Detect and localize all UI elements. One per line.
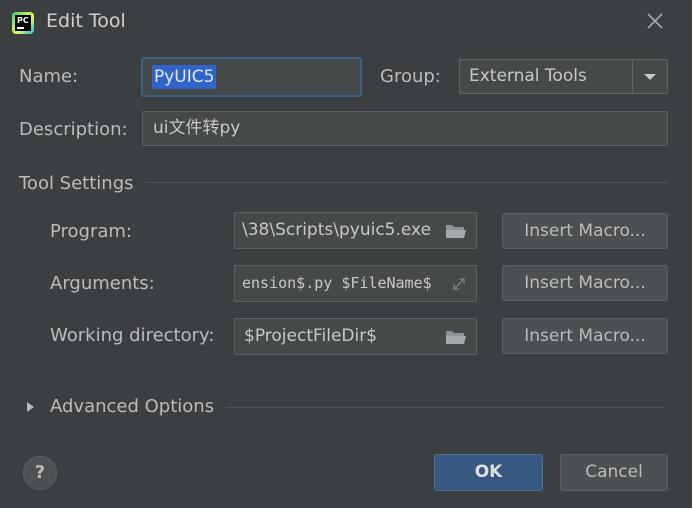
group-select[interactable]: External Tools [459, 59, 668, 94]
arguments-input[interactable]: ension$.py $FileName$ [234, 265, 477, 302]
name-input-value: PyUIC5 [152, 65, 217, 89]
chevron-down-icon[interactable] [632, 60, 667, 93]
pycharm-app-icon: PC [12, 12, 34, 34]
working-directory-input[interactable]: $ProjectFileDir$ [234, 318, 477, 355]
group-select-value: External Tools [469, 66, 587, 86]
expand-icon[interactable] [449, 275, 469, 293]
arguments-input-value: ension$.py $FileName$ [242, 274, 432, 292]
chevron-right-icon[interactable] [24, 399, 38, 415]
group-label: Group: [380, 66, 441, 87]
folder-icon[interactable] [444, 328, 468, 346]
help-button[interactable]: ? [23, 456, 57, 490]
section-separator [146, 182, 668, 183]
name-label: Name: [19, 66, 79, 87]
edit-tool-dialog: PC Edit Tool Name: PyUIC5 Group: Externa… [0, 0, 692, 508]
name-input[interactable]: PyUIC5 [141, 57, 362, 97]
description-input-value: ui文件转py [153, 118, 241, 138]
arguments-insert-macro-button[interactable]: Insert Macro... [502, 265, 668, 301]
program-input-value: \38\Scripts\pyuic5.exe [242, 220, 432, 240]
arguments-label: Arguments: [50, 273, 155, 294]
description-label: Description: [19, 119, 128, 140]
program-input[interactable]: \38\Scripts\pyuic5.exe [234, 212, 477, 249]
advanced-options-toggle[interactable]: Advanced Options [50, 396, 214, 417]
close-icon[interactable] [642, 8, 668, 34]
working-directory-insert-macro-button[interactable]: Insert Macro... [502, 318, 668, 354]
tool-settings-title: Tool Settings [19, 173, 134, 194]
program-label: Program: [50, 221, 133, 242]
folder-icon[interactable] [444, 222, 468, 240]
working-directory-input-value: $ProjectFileDir$ [244, 326, 378, 346]
ok-button[interactable]: OK [434, 454, 543, 491]
program-insert-macro-button[interactable]: Insert Macro... [502, 213, 668, 249]
description-input[interactable]: ui文件转py [142, 111, 668, 146]
advanced-separator [225, 407, 665, 408]
cancel-button[interactable]: Cancel [560, 454, 668, 491]
dialog-title: Edit Tool [46, 10, 126, 32]
working-directory-label: Working directory: [50, 325, 215, 346]
